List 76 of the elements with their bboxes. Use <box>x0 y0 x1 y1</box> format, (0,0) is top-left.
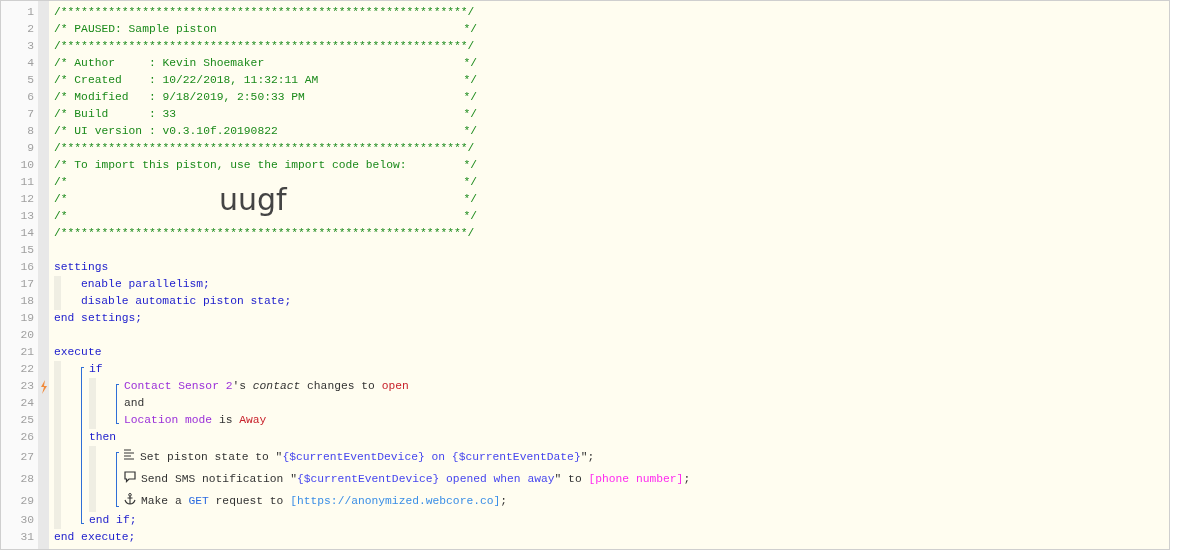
bracket-line <box>116 384 119 424</box>
code-line: end execute; <box>54 530 136 545</box>
line-number: 4 <box>27 56 34 71</box>
comment-end: */ <box>463 90 477 105</box>
comment-text: /* <box>54 175 68 190</box>
code-line: end if; <box>89 513 137 528</box>
line-number: 14 <box>20 226 34 241</box>
code-line: then <box>89 430 117 445</box>
line-number: 8 <box>27 124 34 139</box>
comment-text: /* To import this piston, use the import code below: <box>54 158 407 173</box>
speech-bubble-icon <box>124 471 136 483</box>
line-number: 28 <box>20 471 34 487</box>
line-number: 5 <box>27 73 34 88</box>
comment-text: /* Created : 10/22/2018, 11:32:11 AM <box>54 73 319 88</box>
line-number: 12 <box>20 192 34 207</box>
code-line: Set piston state to "{$currentEventDevice} on {$currentEventDate}"; <box>140 449 595 465</box>
code-line: disable automatic piston state; <box>81 294 292 309</box>
line-number: 24 <box>20 396 34 411</box>
comment-text: /* Modified : 9/18/2019, 2:50:33 PM <box>54 90 305 105</box>
import-code: uugf <box>219 184 287 216</box>
code-line: settings <box>54 260 109 275</box>
comment-end: */ <box>463 209 477 224</box>
comment-text: /* Build : 33 <box>54 107 177 122</box>
code-line: Contact Sensor 2's contact changes to open <box>124 379 409 394</box>
bracket-line <box>116 452 119 507</box>
comment-end: */ <box>463 124 477 139</box>
code-line: if <box>89 362 103 377</box>
line-number: 16 <box>20 260 34 275</box>
code-line: Location mode is Away <box>124 413 267 428</box>
comment-end: */ <box>463 56 477 71</box>
line-number: 27 <box>20 449 34 465</box>
code-line: Send SMS notification "{$currentEventDevice} opened when away" to [phone number]; <box>141 471 691 487</box>
comment-end: */ <box>463 158 477 173</box>
comment-text: /* <box>54 209 68 224</box>
code-line: and <box>124 396 145 411</box>
code-line: execute <box>54 345 102 360</box>
code-line: /************************************************************/ <box>54 5 475 20</box>
comment-end: */ <box>463 107 477 122</box>
comment-text: /* PAUSED: Sample piston <box>54 22 217 37</box>
code-line: Make a GET request to [https://anonymized.webcore.co]; <box>141 493 508 509</box>
line-number: 11 <box>20 175 34 190</box>
line-number: 25 <box>20 413 34 428</box>
line-number: 18 <box>20 294 34 309</box>
comment-text: /* <box>54 192 68 207</box>
anchor-icon <box>124 492 136 505</box>
comment-end: */ <box>463 73 477 88</box>
comment-end: */ <box>463 22 477 37</box>
line-number: 7 <box>27 107 34 122</box>
line-number: 1 <box>27 5 34 20</box>
line-number: 19 <box>20 311 34 326</box>
line-number: 26 <box>20 430 34 445</box>
code-line: end settings; <box>54 311 143 326</box>
line-number: 22 <box>20 362 34 377</box>
line-number: 31 <box>20 530 34 545</box>
line-number: 20 <box>20 328 34 343</box>
code-line: /************************************************************/ <box>54 226 475 241</box>
line-number: 10 <box>20 158 34 173</box>
line-number: 3 <box>27 39 34 54</box>
line-number: 9 <box>27 141 34 156</box>
comment-end: */ <box>463 175 477 190</box>
line-number: 6 <box>27 90 34 105</box>
line-number: 13 <box>20 209 34 224</box>
line-number: 29 <box>20 493 34 509</box>
line-number: 2 <box>27 22 34 37</box>
line-number: 15 <box>20 243 34 258</box>
comment-end: */ <box>463 192 477 207</box>
comment-text: /* Author : Kevin Shoemaker <box>54 56 265 71</box>
code-line: /************************************************************/ <box>54 141 475 156</box>
line-number: 17 <box>20 277 34 292</box>
line-number: 23 <box>20 379 34 394</box>
comment-text: /* UI version : v0.3.10f.20190822 <box>54 124 278 139</box>
code-line: /************************************************************/ <box>54 39 475 54</box>
line-number: 30 <box>20 513 34 528</box>
list-icon <box>124 448 135 460</box>
code-line: enable parallelism; <box>81 277 210 292</box>
line-number: 21 <box>20 345 34 360</box>
